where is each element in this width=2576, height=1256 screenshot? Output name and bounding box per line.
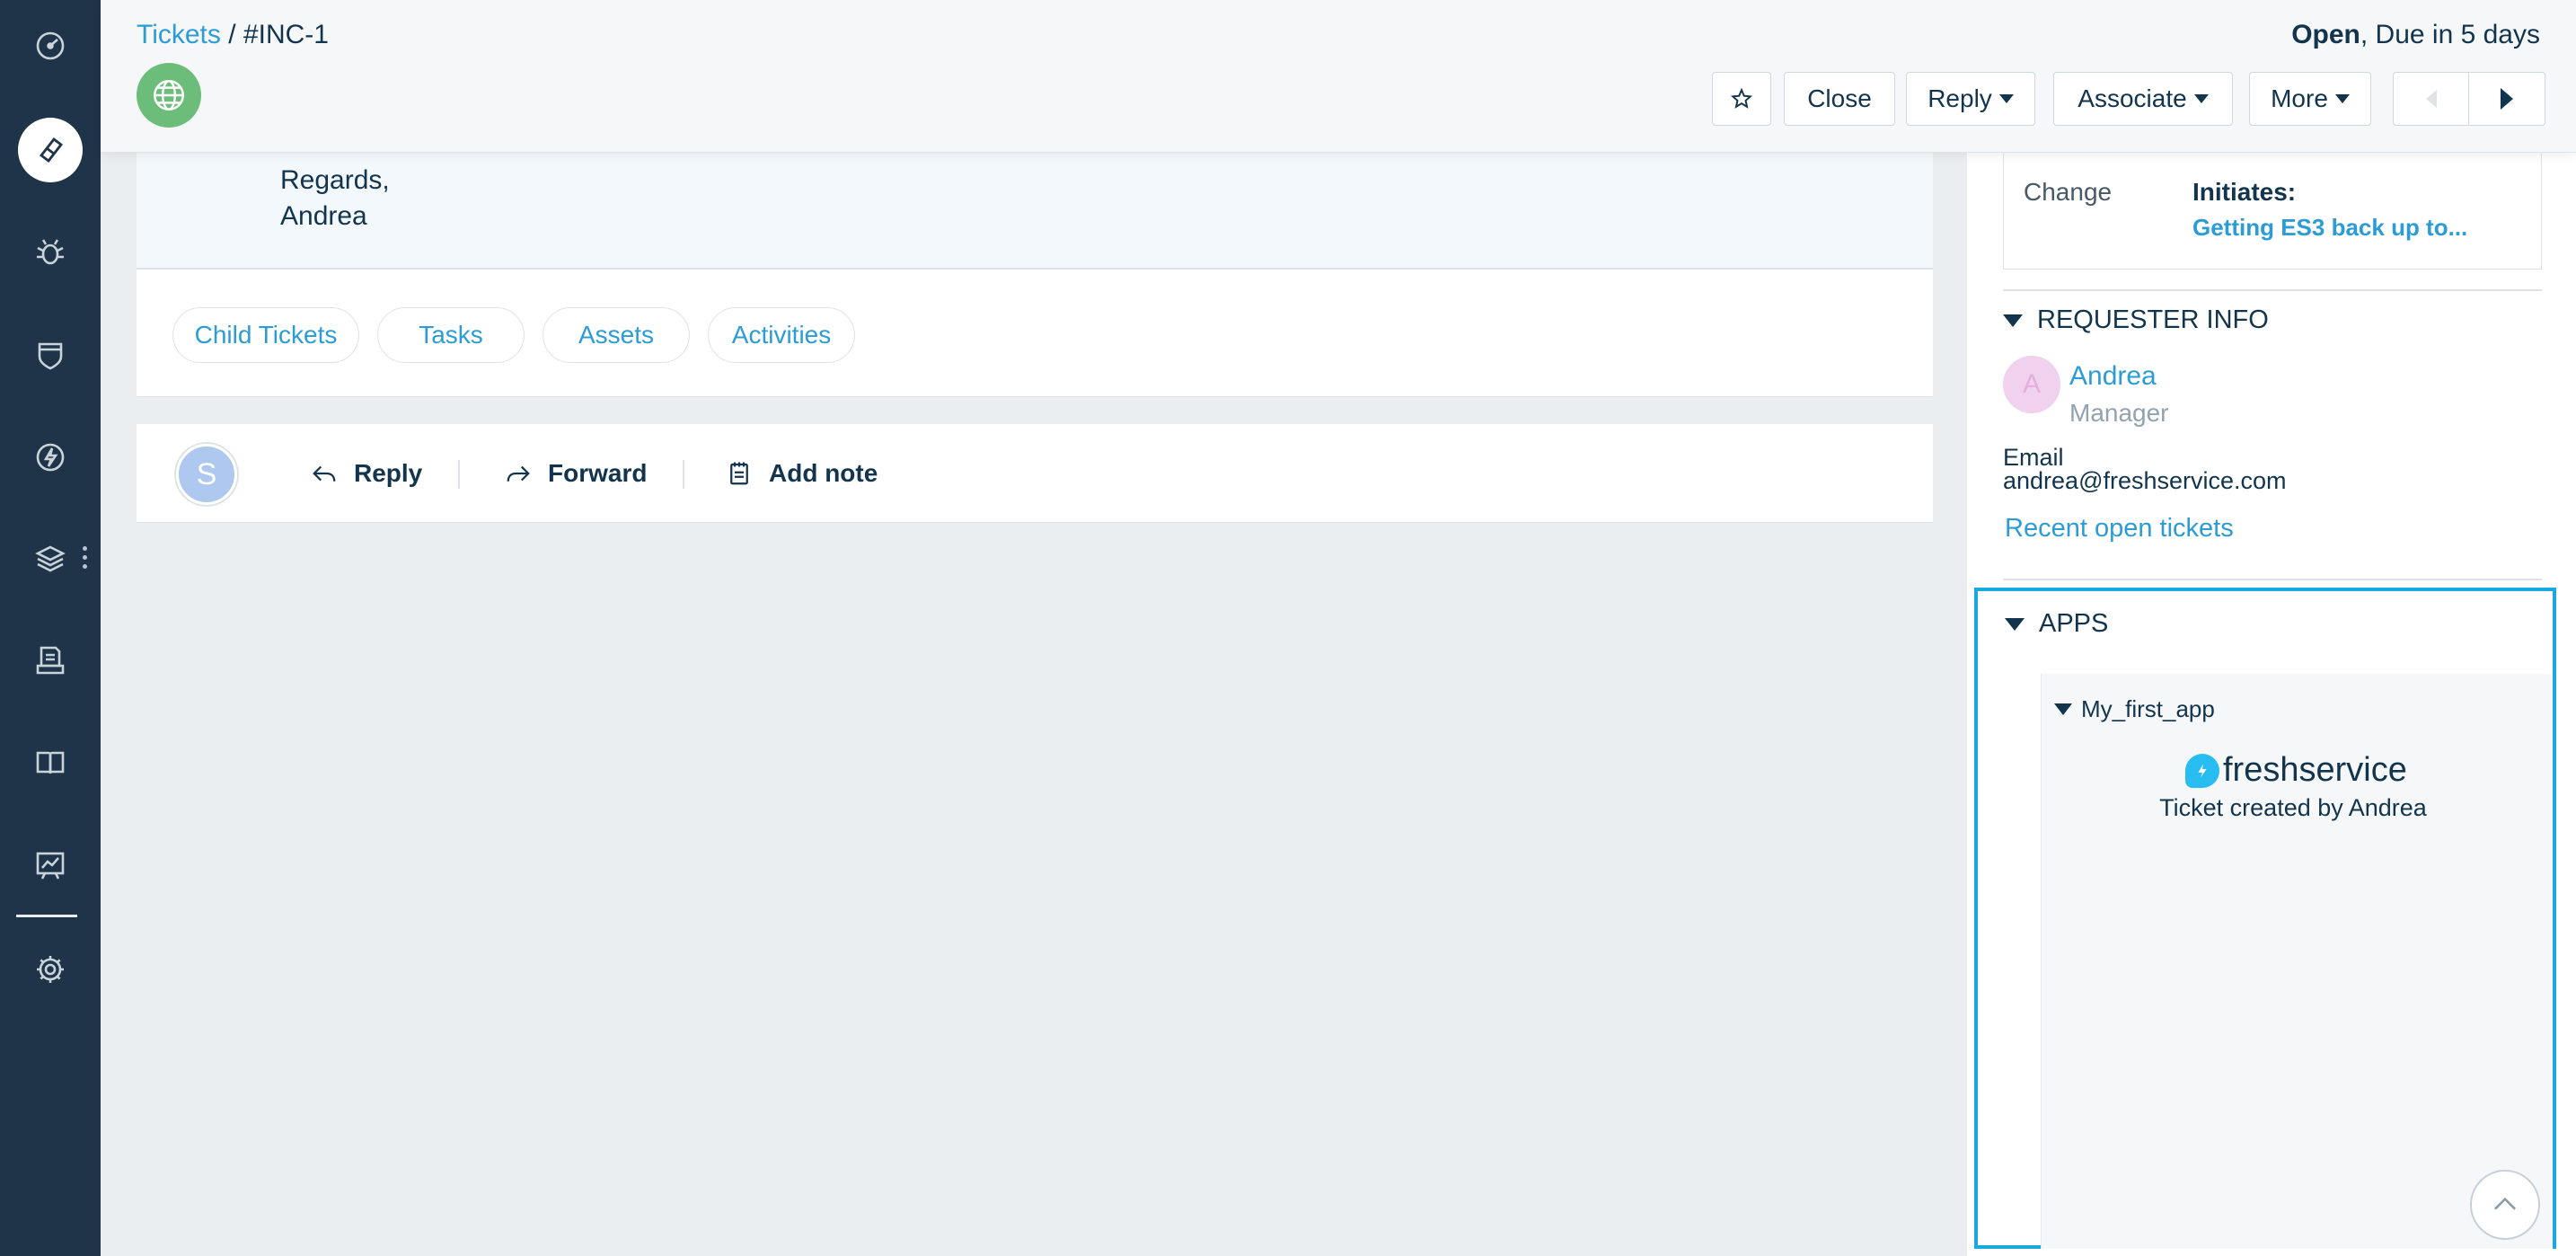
app-toggle[interactable]: My_first_app [2054, 695, 2215, 723]
add-note-action-button[interactable]: Add note [726, 451, 878, 496]
chevron-right-icon [2501, 88, 2513, 110]
reply-dropdown-label: Reply [1928, 84, 1992, 112]
reply-icon [313, 465, 336, 482]
description-line: Regards, [280, 165, 390, 195]
breadcrumb-tickets-link[interactable]: Tickets [137, 20, 221, 49]
freshservice-bolt-icon [2185, 753, 2219, 788]
reply-action-label: Reply [354, 459, 423, 487]
associated-change-link[interactable]: Getting ES3 back up to... [2192, 214, 2467, 242]
agent-avatar: S [176, 444, 237, 505]
forward-action-button[interactable]: Forward [505, 451, 647, 496]
associate-dropdown-label: Associate [2078, 84, 2187, 112]
requester-role: Manager [2069, 399, 2169, 427]
section-divider [2003, 289, 2542, 291]
chevron-down-icon [2334, 94, 2350, 103]
associations-box: Change Initiates: Getting ES3 back up to… [2003, 135, 2542, 270]
purchase-orders-icon[interactable] [0, 620, 101, 701]
breadcrumb-separator: / [220, 20, 243, 49]
caret-down-icon [2054, 703, 2072, 715]
more-dropdown-label: More [2271, 84, 2328, 112]
changes-shield-icon[interactable] [0, 314, 101, 395]
forward-icon [507, 465, 530, 482]
recent-open-tickets-link[interactable]: Recent open tickets [2005, 514, 2234, 544]
previous-ticket-button[interactable] [2394, 73, 2469, 125]
tickets-icon[interactable] [0, 110, 101, 190]
associate-dropdown-button[interactable]: Associate [2053, 72, 2233, 126]
left-navigation [0, 0, 101, 1256]
admin-gear-icon[interactable] [0, 929, 101, 1010]
tab-tasks[interactable]: Tasks [377, 307, 525, 363]
reply-action-button[interactable]: Reply [311, 451, 422, 496]
apps-toggle[interactable]: APPS [2005, 609, 2108, 639]
solutions-book-icon[interactable] [0, 722, 101, 803]
tab-activities[interactable]: Activities [708, 307, 855, 363]
ticket-header: Tickets / #INC-1 Open, Due in 5 days Clo… [101, 0, 2576, 153]
app-name: My_first_app [2081, 695, 2215, 722]
caret-down-icon [2005, 617, 2025, 631]
analytics-chart-icon[interactable] [0, 825, 101, 906]
tab-child-tickets[interactable]: Child Tickets [172, 307, 359, 363]
star-button[interactable] [1712, 72, 1771, 126]
source-globe-icon [137, 63, 201, 128]
breadcrumb-ticket-id: #INC-1 [243, 20, 329, 49]
action-divider [683, 460, 684, 489]
add-note-action-label: Add note [769, 459, 878, 487]
chevron-down-icon [2193, 94, 2209, 103]
forward-action-label: Forward [548, 459, 648, 487]
requester-info-title: REQUESTER INFO [2037, 305, 2269, 334]
app-iframe: My_first_app freshservice Ticket created… [2041, 674, 2553, 1249]
caret-down-icon [2003, 314, 2023, 327]
requester-name-link[interactable]: Andrea [2069, 361, 2157, 392]
requester-avatar: A [2003, 356, 2060, 413]
scroll-to-top-button[interactable] [2470, 1170, 2540, 1240]
chevron-up-icon [2494, 1197, 2516, 1210]
change-relation: Initiates: [2192, 178, 2297, 206]
releases-bolt-icon[interactable] [0, 417, 101, 498]
close-button[interactable]: Close [1784, 72, 1895, 126]
note-icon [730, 462, 748, 485]
problems-bug-icon[interactable] [0, 212, 101, 293]
more-dropdown-button[interactable]: More [2249, 72, 2371, 126]
next-ticket-button[interactable] [2469, 73, 2545, 125]
chevron-down-icon [1998, 94, 2014, 103]
apps-title: APPS [2039, 609, 2109, 638]
app-message: Ticket created by Andrea [2159, 794, 2427, 821]
requester-email: andrea@freshservice.com [2003, 467, 2287, 494]
more-dots-icon[interactable] [83, 546, 88, 571]
apps-section: APPS My_first_app freshservice Ticket cr… [1974, 588, 2556, 1249]
freshservice-logo: freshservice [2185, 751, 2407, 790]
reply-dropdown-button[interactable]: Reply [1906, 72, 2035, 126]
status-state: Open [2291, 20, 2360, 49]
action-divider [458, 460, 460, 489]
freshservice-logo-text: freshservice [2223, 751, 2407, 789]
star-icon [1730, 87, 1753, 109]
chevron-left-icon [2425, 90, 2437, 108]
status-due: , Due in 5 days [2360, 20, 2540, 49]
dashboard-icon[interactable] [0, 5, 101, 86]
ticket-pager [2393, 72, 2545, 126]
reply-action-bar: S Reply Forward Add note [137, 424, 1933, 523]
description-line: Andrea [280, 201, 367, 231]
tab-assets[interactable]: Assets [543, 307, 690, 363]
ticket-tabs: Child Tickets Tasks Assets Activities [137, 270, 1933, 397]
breadcrumb: Tickets / #INC-1 [137, 20, 329, 50]
ticket-description: Regards, Andrea [137, 153, 1933, 270]
nav-divider [16, 915, 77, 917]
requester-info-toggle[interactable]: REQUESTER INFO [2003, 305, 2269, 335]
change-label: Change [2024, 178, 2113, 206]
ticket-status: Open, Due in 5 days [2291, 20, 2540, 50]
section-divider [2003, 579, 2542, 580]
